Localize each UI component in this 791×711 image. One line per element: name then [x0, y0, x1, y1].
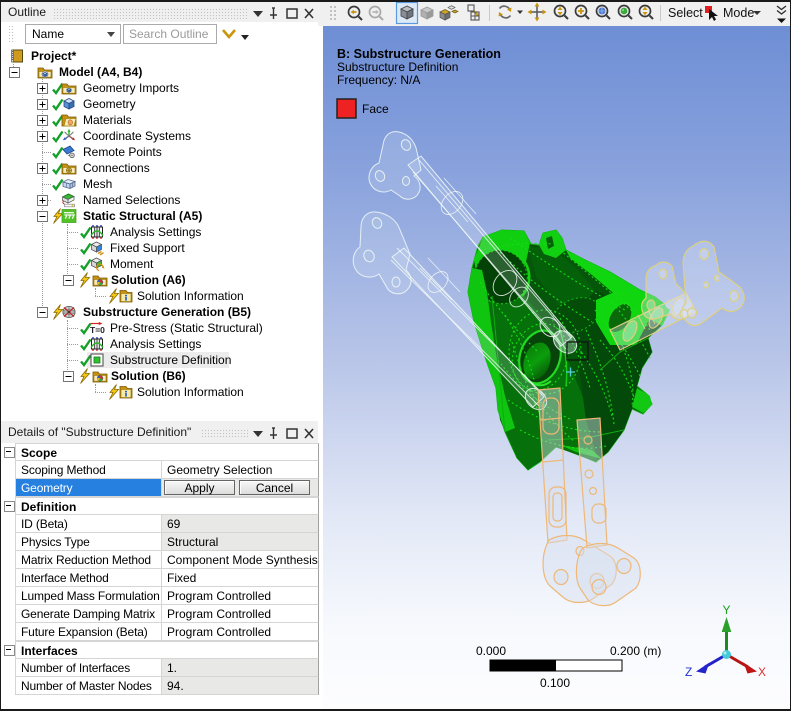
svg-text:B: Substructure Generation: B: Substructure Generation — [337, 47, 501, 61]
svg-text:0.100: 0.100 — [540, 676, 570, 690]
svg-text:0.200 (m): 0.200 (m) — [610, 644, 661, 658]
svg-text:Frequency: N/A: Frequency: N/A — [337, 73, 420, 87]
svg-text:Select: Select — [668, 6, 703, 20]
svg-text:X: X — [758, 665, 766, 679]
svg-text:Substructure Definition: Substructure Definition — [337, 60, 458, 74]
svg-text:Y: Y — [723, 603, 731, 617]
svg-text:Z: Z — [685, 665, 692, 679]
svg-text:Mode: Mode — [723, 6, 754, 20]
svg-text:0.000: 0.000 — [476, 644, 506, 658]
svg-text:Face: Face — [362, 102, 389, 116]
